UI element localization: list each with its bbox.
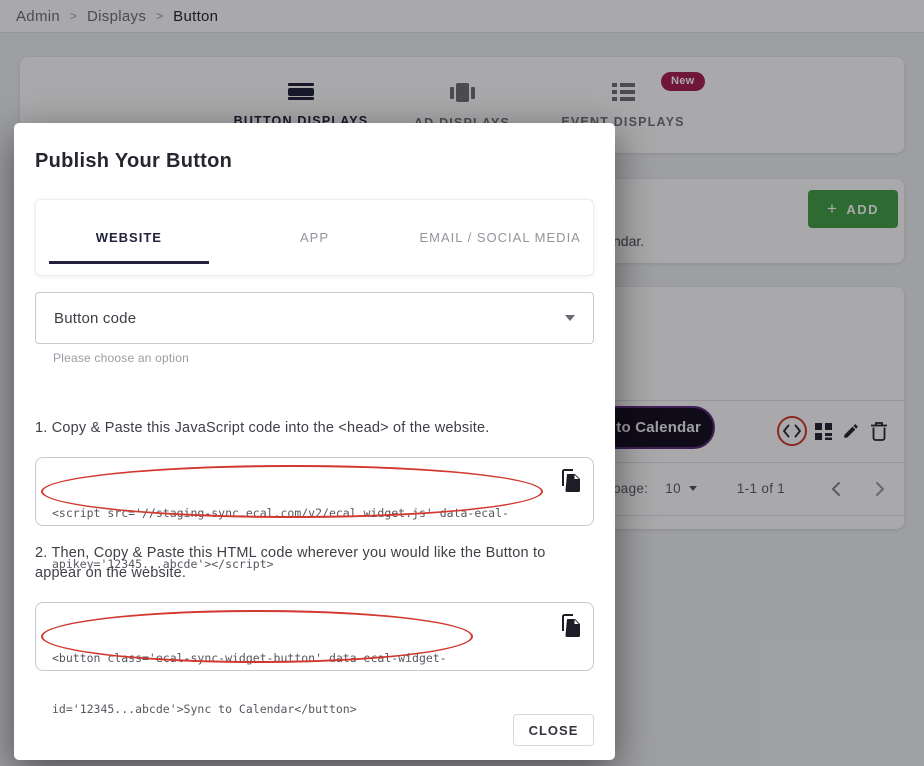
active-tab-underline (48, 261, 209, 264)
step-2-code: <button class='ecal-sync-widget-button' … (52, 616, 547, 752)
step-1-code: <script src='//staging-sync.ecal.com/v2/… (52, 471, 547, 607)
tab-label: EMAIL / SOCIAL MEDIA (419, 230, 581, 245)
modal-title: Publish Your Button (35, 150, 233, 172)
tab-website[interactable]: WEBSITE (36, 200, 222, 275)
step-1-instruction: 1. Copy & Paste this JavaScript code int… (35, 420, 490, 436)
tab-label: APP (300, 230, 330, 245)
select-value: Button code (54, 309, 137, 327)
copy-icon[interactable] (559, 469, 581, 496)
step-1-code-box: <script src='//staging-sync.ecal.com/v2/… (35, 457, 594, 571)
code-line: apikey='12345...abcde'></script> (52, 557, 274, 571)
step-2-code-box: <button class='ecal-sync-widget-button' … (35, 602, 594, 716)
code-line: <script src='//staging-sync.ecal.com/v2/… (52, 506, 509, 520)
publish-tabs: WEBSITE APP EMAIL / SOCIAL MEDIA (35, 199, 594, 276)
publish-button-modal: Publish Your Button WEBSITE APP EMAIL / … (14, 123, 615, 760)
copy-icon[interactable] (559, 614, 581, 641)
code-line: <button class='ecal-sync-widget-button' … (52, 651, 447, 665)
code-line: id='12345...abcde'>Sync to Calendar</but… (52, 702, 357, 716)
tab-email-social-media[interactable]: EMAIL / SOCIAL MEDIA (407, 200, 593, 275)
caret-down-icon (565, 315, 575, 321)
select-helper-text: Please choose an option (53, 351, 190, 365)
tab-label: WEBSITE (95, 230, 162, 245)
button-code-select[interactable]: Button code (35, 292, 594, 344)
tab-app[interactable]: APP (222, 200, 408, 275)
screen: Admin > Displays > Button BUTTON DISPLAY… (0, 0, 924, 766)
